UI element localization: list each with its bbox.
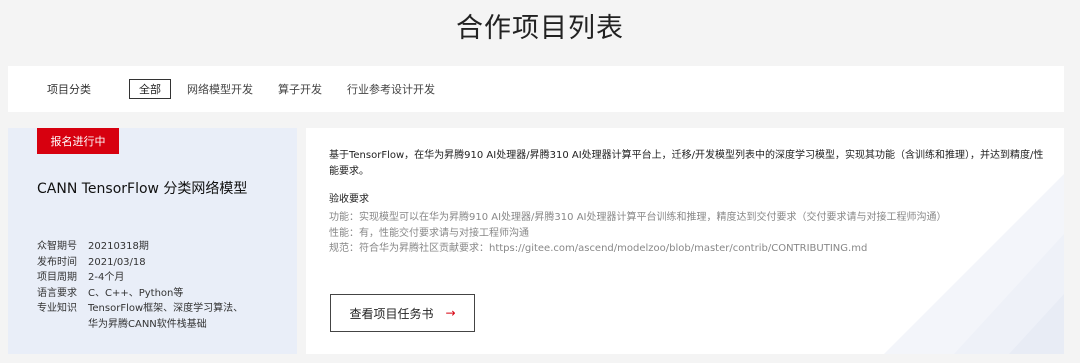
- meta-value: 2-4个月: [88, 272, 125, 283]
- meta-key: 发布时间: [37, 256, 77, 268]
- status-badge: 报名进行中: [37, 128, 119, 154]
- meta-value: TensorFlow框架、深度学习算法、华为昇腾CANN软件栈基础: [88, 303, 244, 330]
- project-meta: 众智期号 20210318期 发布时间 2021/03/18 项目周期 2-4个…: [37, 239, 248, 332]
- acceptance-item: 功能：实现模型可以在华为昇腾910 AI处理器/昇腾310 AI处理器计算平台训…: [329, 212, 947, 223]
- view-task-book-button[interactable]: 查看项目任务书 →: [330, 294, 475, 332]
- meta-row-period: 项目周期 2-4个月: [37, 270, 248, 286]
- category-filter-bar: 项目分类 全部 网络模型开发 算子开发 行业参考设计开发: [8, 66, 1064, 112]
- acceptance-item: 性能：有，性能交付要求请与对接工程师沟通: [329, 227, 529, 239]
- tab-industry-reference[interactable]: 行业参考设计开发: [347, 81, 435, 97]
- tab-all[interactable]: 全部: [129, 79, 171, 99]
- meta-value: 2021/03/18: [88, 256, 146, 268]
- meta-key: 专业知识: [37, 303, 77, 314]
- acceptance-item: 规范：符合华为昇腾社区贡献要求：https://gitee.com/ascend…: [329, 243, 868, 254]
- acceptance-title: 验收要求: [329, 194, 369, 205]
- project-title[interactable]: CANN TensorFlow 分类网络模型: [37, 178, 247, 198]
- meta-row-issue: 众智期号 20210318期: [37, 239, 248, 255]
- meta-value: C、C++、Python等: [88, 287, 184, 299]
- meta-key: 众智期号: [37, 241, 77, 252]
- meta-key: 项目周期: [37, 272, 77, 283]
- meta-row-knowledge: 专业知识 TensorFlow框架、深度学习算法、华为昇腾CANN软件栈基础: [37, 301, 248, 332]
- filter-label: 项目分类: [47, 83, 91, 96]
- project-summary-panel: 报名进行中 CANN TensorFlow 分类网络模型 众智期号 202103…: [8, 128, 297, 354]
- tab-operator[interactable]: 算子开发: [278, 81, 322, 97]
- tab-network-model[interactable]: 网络模型开发: [187, 81, 253, 97]
- project-detail-panel: 基于TensorFlow，在华为昇腾910 AI处理器/昇腾310 AI处理器计…: [306, 128, 1064, 354]
- project-description: 基于TensorFlow，在华为昇腾910 AI处理器/昇腾310 AI处理器计…: [329, 150, 1044, 177]
- meta-value: 20210318期: [88, 241, 149, 252]
- acceptance-list: 功能：实现模型可以在华为昇腾910 AI处理器/昇腾310 AI处理器计算平台训…: [329, 210, 946, 257]
- button-label: 查看项目任务书: [349, 306, 434, 321]
- project-card: 报名进行中 CANN TensorFlow 分类网络模型 众智期号 202103…: [8, 128, 1064, 354]
- arrow-right-icon: →: [445, 306, 456, 320]
- meta-row-language: 语言要求 C、C++、Python等: [37, 286, 248, 302]
- meta-row-date: 发布时间 2021/03/18: [37, 255, 248, 271]
- meta-key: 语言要求: [37, 287, 77, 299]
- decorative-background: [884, 174, 1064, 354]
- page-title: 合作项目列表: [456, 13, 624, 44]
